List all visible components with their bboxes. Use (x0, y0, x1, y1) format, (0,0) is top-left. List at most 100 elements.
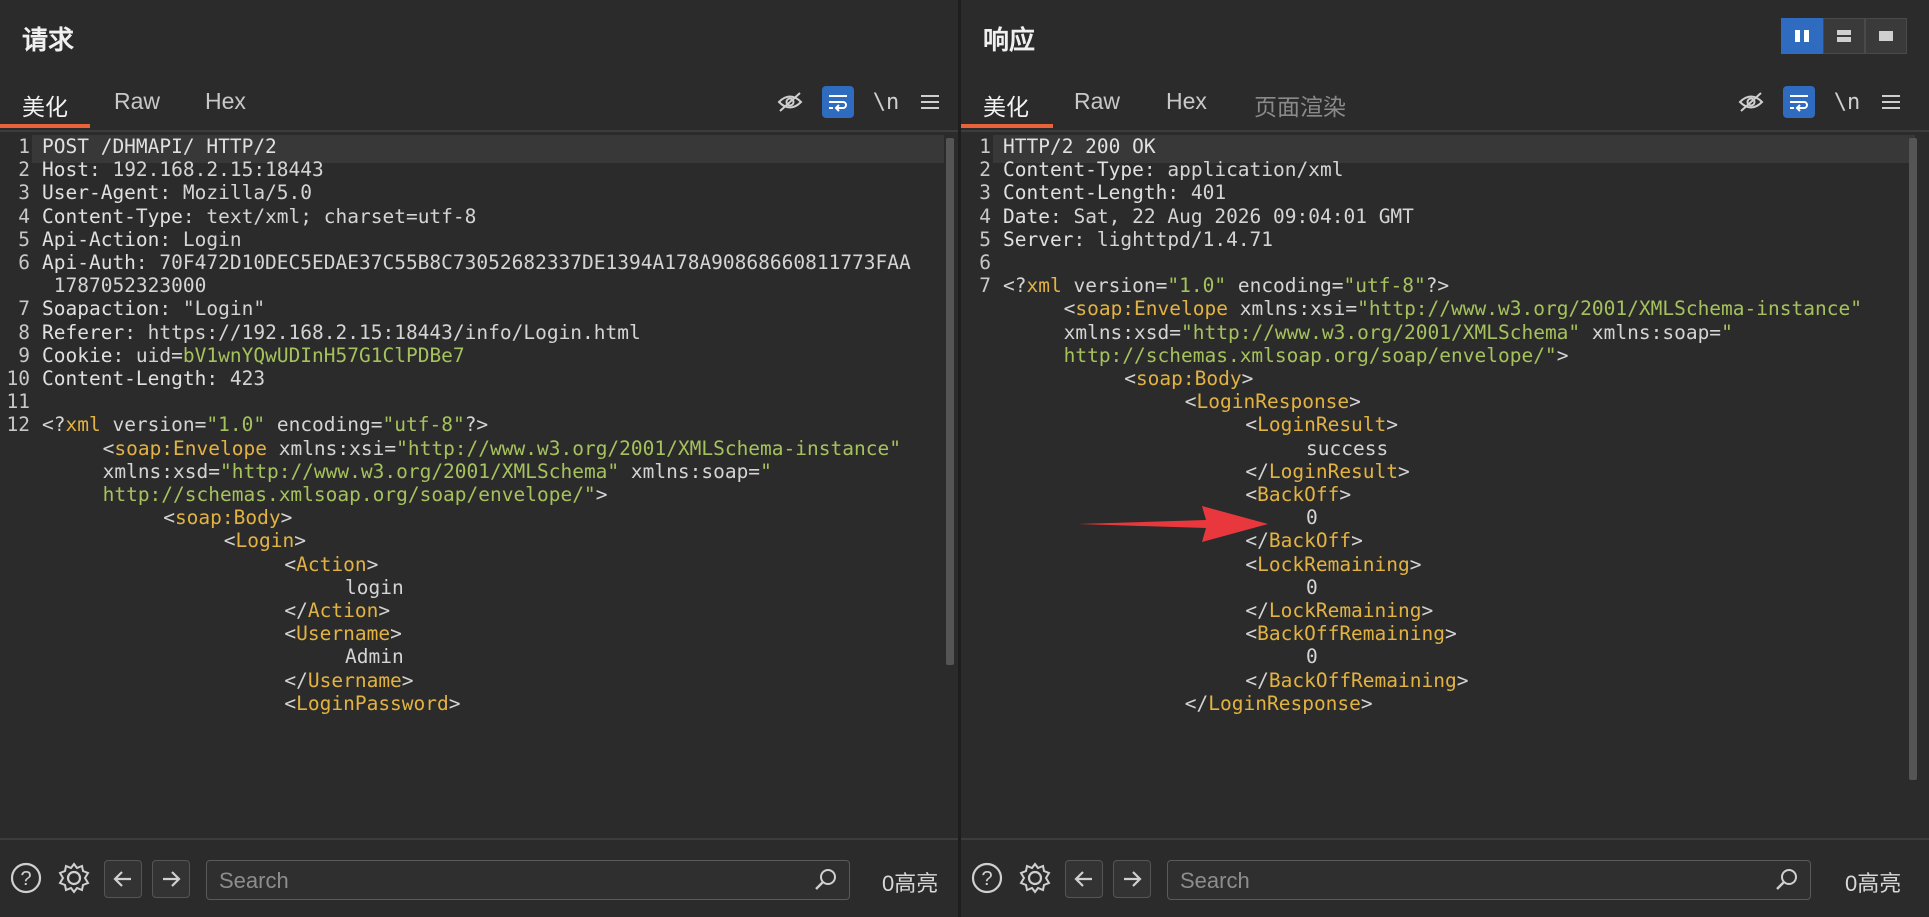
hide-icon[interactable] (774, 86, 806, 118)
code-text: </LockRemaining> (1245, 599, 1433, 622)
active-tab-underline (0, 124, 90, 128)
code-token: : 423 (206, 367, 266, 390)
line-number: 9 (18, 343, 30, 367)
code-text: </Username> (284, 669, 413, 692)
tab-pretty[interactable]: 美化 (22, 88, 68, 122)
forward-icon[interactable] (152, 860, 190, 898)
response-title: 响应 (983, 25, 1036, 55)
request-editor[interactable]: 1 POST /DHMAPI/ HTTP/2 2 Host: 192.168.2.15… (0, 133, 958, 840)
code-token: xmlns:xsd= (1063, 320, 1181, 344)
response-search-input[interactable] (1178, 865, 1696, 897)
code-token: bV1wnYQwUDInH57G1ClPDBe7 (182, 343, 465, 367)
svg-text:?: ? (981, 868, 992, 890)
code-token: LoginResult (1268, 459, 1399, 483)
code-token: > (448, 691, 461, 715)
code-token: BackOff (1268, 529, 1352, 553)
wrap-icon[interactable] (1783, 86, 1815, 118)
code-text: Host: 192.168.2.15:18443 (42, 158, 324, 181)
code-token: : "Login" (159, 297, 266, 321)
response-search-field[interactable] (1167, 860, 1811, 900)
hide-icon[interactable] (1735, 86, 1767, 118)
line-number: 11 (6, 390, 30, 414)
newline-toggle[interactable]: \n (870, 86, 902, 118)
line-number: 7 (18, 297, 30, 321)
code-token: </ (1245, 459, 1269, 483)
tab-render[interactable]: 页面渲染 (1254, 88, 1346, 122)
code-text: Referer: https://192.168.2.15:18443/info… (42, 321, 641, 344)
line-number: 1 (979, 135, 991, 158)
code-token: > (1556, 343, 1569, 367)
response-editor[interactable]: 1 HTTP/2 200 OK 2 Content-Type: application… (961, 133, 1929, 840)
request-search-field[interactable] (206, 860, 850, 900)
code-text: <LoginResult> (1245, 413, 1398, 436)
code-token: encoding= (1226, 274, 1344, 298)
code-token: Referer (42, 320, 125, 344)
code-token: Action (307, 599, 379, 622)
menu-icon[interactable] (1875, 86, 1907, 118)
code-token: Login (235, 529, 295, 553)
code-token: < (102, 436, 115, 460)
code-text: <?xml version="1.0" encoding="utf-8"?> (1003, 274, 1449, 297)
wrap-icon[interactable] (822, 86, 854, 118)
response-scrollbar[interactable] (1909, 138, 1917, 780)
code-token: 0 (1306, 575, 1318, 599)
code-text: <LoginResponse> (1185, 390, 1361, 413)
back-icon[interactable] (1065, 860, 1103, 898)
code-token: > (1421, 599, 1434, 622)
newline-toggle[interactable]: \n (1831, 86, 1863, 118)
code-token: Api-Auth (42, 251, 136, 274)
tab-raw[interactable]: Raw (114, 88, 160, 115)
request-scrollbar[interactable] (946, 138, 954, 665)
tab-hex[interactable]: Hex (1166, 88, 1207, 115)
line-number: 4 (979, 204, 991, 228)
code-token: soap:Envelope (114, 436, 267, 460)
code-token: > (1386, 413, 1399, 437)
menu-icon[interactable] (914, 86, 946, 118)
tab-pretty[interactable]: 美化 (983, 88, 1029, 122)
code-text: <soap:Envelope xmlns:xsi="http://www.w3.… (1064, 297, 1862, 320)
help-icon[interactable]: ? (969, 860, 1005, 896)
code-token: 1787052323000 (42, 274, 207, 298)
settings-icon[interactable] (1017, 860, 1053, 896)
code-text: Date: Sat, 22 Aug 2026 09:04:01 GMT (1003, 205, 1414, 228)
code-token: LoginResult (1257, 413, 1387, 437)
layout-stacked-button[interactable] (1823, 18, 1865, 54)
svg-text:?: ? (20, 868, 31, 890)
tab-raw[interactable]: Raw (1074, 88, 1120, 115)
code-text: </LoginResponse> (1185, 692, 1373, 715)
code-token: soap:Body (174, 506, 281, 530)
code-text: Api-Action: Login (42, 228, 242, 251)
code-token: < (1245, 413, 1258, 437)
code-token: HTTP/2 200 OK (1003, 135, 1156, 158)
code-token: <? (42, 413, 66, 437)
layout-single-button[interactable] (1865, 18, 1907, 54)
code-text: </Action> (284, 599, 390, 622)
code-token: Admin (345, 645, 404, 669)
settings-icon[interactable] (56, 860, 92, 896)
code-token: Api-Action (42, 227, 160, 251)
code-token: : Sat, 22 Aug 2026 09:04:01 GMT (1049, 204, 1414, 228)
request-title: 请求 (22, 25, 75, 55)
help-icon[interactable]: ? (8, 860, 44, 896)
request-bottom-bar: ? 0高亮 (0, 838, 958, 917)
back-icon[interactable] (104, 860, 142, 898)
code-token: 0 (1306, 645, 1318, 669)
layout-side-by-side-button[interactable] (1781, 18, 1823, 54)
request-search-input[interactable] (217, 865, 735, 897)
code-text: http://schemas.xmlsoap.org/soap/envelope… (103, 483, 608, 506)
code-token: > (1351, 529, 1363, 553)
request-pane: 请求 美化 Raw Hex \n 1 POST /DHMAPI/ HTTP/2 2 H… (0, 0, 958, 917)
tab-hex[interactable]: Hex (205, 88, 246, 115)
code-token: BackOffRemaining (1268, 668, 1457, 692)
code-text: Content-Type: application/xml (1003, 158, 1343, 181)
search-icon (813, 867, 839, 898)
code-token: : application/xml (1143, 158, 1344, 182)
code-token: LoginPassword (296, 691, 449, 715)
code-token: < (1063, 297, 1076, 321)
code-token: version= (100, 413, 207, 437)
code-token: > (1241, 367, 1254, 390)
code-text: 0 (1306, 506, 1318, 529)
code-token: > (595, 483, 608, 506)
code-token: < (284, 691, 297, 715)
forward-icon[interactable] (1113, 860, 1151, 898)
